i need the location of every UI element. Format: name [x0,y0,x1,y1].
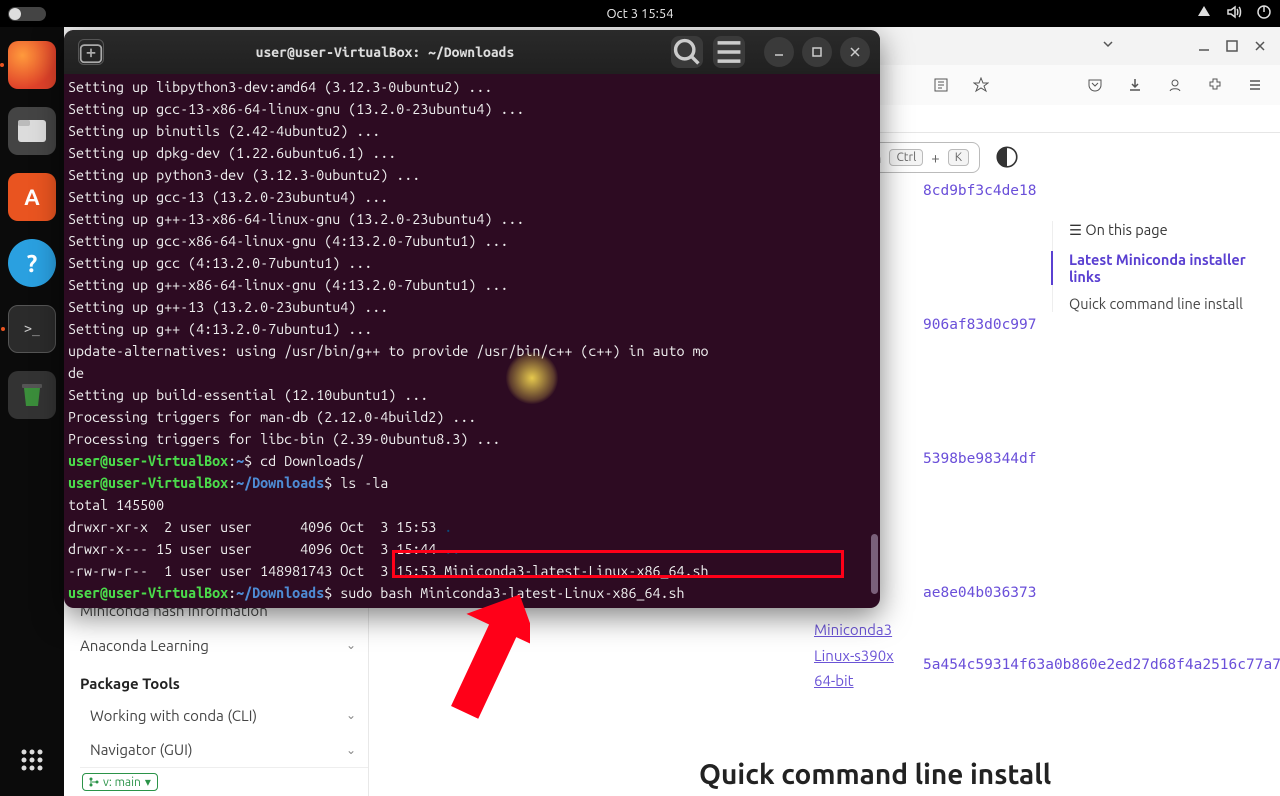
dock-files[interactable] [8,107,56,155]
chevron-down-icon: ⌄ [346,743,356,757]
bookmark-star-icon[interactable] [968,72,994,98]
volume-icon[interactable] [1226,4,1242,23]
sidebar-item-navigator[interactable]: Navigator (GUI)⌄ [80,732,368,767]
hash-value[interactable]: 906af83d0c997 [923,317,1037,451]
quick-cli-heading: Quick command line install [699,759,1051,790]
gnome-topbar: Oct 3 15:54 [0,0,1280,27]
dock-show-apps[interactable] [10,738,54,782]
activities-pill[interactable] [8,7,46,21]
hash-value[interactable]: 5398be98344df [923,451,1037,585]
toc-header: On this page [1085,221,1167,238]
terminal-menu-button[interactable] [713,36,745,68]
sidebar-section-packagetools: Package Tools [80,663,368,698]
pocket-icon[interactable] [1082,72,1108,98]
dock-software[interactable]: A [8,173,56,221]
theme-toggle-icon[interactable] [994,144,1020,170]
kbd-k: K [948,149,969,166]
power-icon[interactable] [1256,4,1272,23]
terminal-minimize-button[interactable] [764,37,794,67]
gnome-terminal-window: user@user-VirtualBox: ~/Downloads Settin… [64,30,880,608]
hamburger-menu-icon[interactable] [1242,72,1268,98]
terminal-title: user@user-VirtualBox: ~/Downloads [104,44,666,60]
browser-close-button[interactable] [1246,32,1274,60]
hash-value[interactable]: ae8e04b036373 [923,585,1037,719]
list-icon: ☰ [1069,221,1085,238]
account-icon[interactable] [1162,72,1188,98]
chevron-down-icon: ⌄ [346,638,356,652]
terminal-search-button[interactable] [671,36,703,68]
sidebar-item-learning[interactable]: Anaconda Learning⌄ [80,628,368,663]
topbar-clock[interactable]: Oct 3 15:54 [606,7,673,21]
dock-terminal[interactable]: >_ [8,305,56,353]
download-link-s390x[interactable]: Miniconda3 Linux-s390x 64-bit [814,617,914,694]
terminal-header[interactable]: user@user-VirtualBox: ~/Downloads [64,30,880,74]
hash-column: 8cd9bf3c4de18 906af83d0c997 5398be98344d… [923,183,1037,719]
terminal-new-tab-button[interactable] [78,39,104,65]
hash-value[interactable]: 5a454c59314f63a0b860e2ed27d68f4a2516c77a… [923,657,1280,673]
sidebar-item-conda-cli[interactable]: Working with conda (CLI)⌄ [80,698,368,733]
ubuntu-dock: A ? >_ [0,27,64,796]
toc-link-installer-links[interactable]: Latest Miniconda installer links [1051,251,1262,285]
terminal-close-button[interactable] [840,37,870,67]
tab-overflow-icon[interactable] [1100,36,1116,56]
network-icon[interactable] [1196,4,1212,23]
terminal-body[interactable]: Setting up libpython3-dev:amd64 (3.12.3-… [64,74,880,608]
terminal-scrollbar[interactable] [871,534,878,594]
browser-minimize-button[interactable] [1190,32,1218,60]
kbd-ctrl: Ctrl [889,149,923,166]
dock-help[interactable]: ? [8,239,56,287]
extensions-icon[interactable] [1202,72,1228,98]
dock-firefox[interactable] [8,41,56,89]
browser-maximize-button[interactable] [1218,32,1246,60]
toc-link-quick-install[interactable]: Quick command line install [1069,295,1262,312]
reader-icon[interactable] [928,72,954,98]
version-branch-selector[interactable]: v: main ▾ [82,773,158,791]
download-icon[interactable] [1122,72,1148,98]
dock-trash[interactable] [8,371,56,419]
hash-value[interactable]: 8cd9bf3c4de18 [923,183,1037,317]
chevron-down-icon: ⌄ [346,708,356,722]
on-this-page-toc: ☰ On this page Latest Miniconda installe… [1052,221,1262,312]
system-tray[interactable] [1196,0,1272,27]
terminal-maximize-button[interactable] [802,37,832,67]
